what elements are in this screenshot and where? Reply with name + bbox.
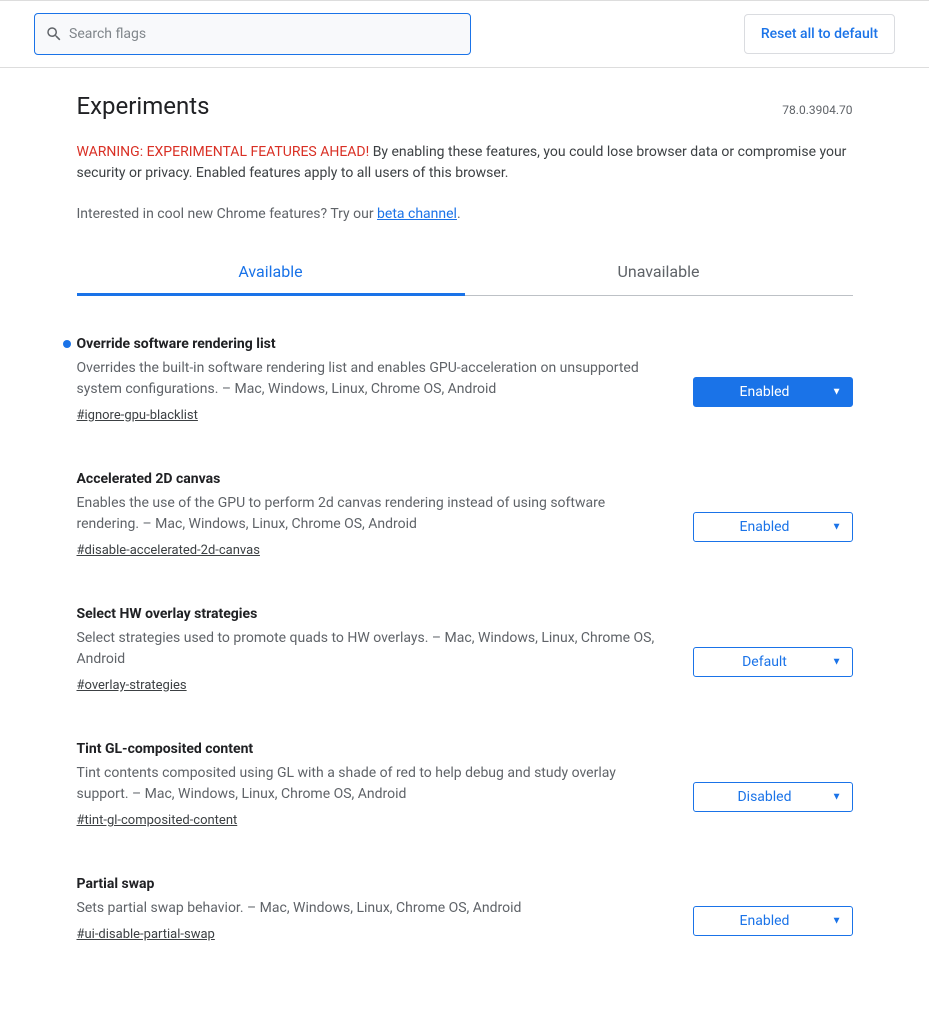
flag-anchor-link[interactable]: #overlay-strategies: [77, 678, 187, 693]
tab-unavailable[interactable]: Unavailable: [465, 250, 853, 295]
flag-content: Tint GL-composited content Tint contents …: [77, 741, 669, 828]
flag-anchor-link[interactable]: #ui-disable-partial-swap: [77, 927, 215, 942]
search-icon: [45, 25, 63, 43]
flag-control: Enabled ▼: [693, 876, 853, 942]
chevron-down-icon: ▼: [832, 916, 842, 927]
interested-text: Interested in cool new Chrome features? …: [77, 206, 853, 222]
flag-control: Enabled ▼: [693, 336, 853, 423]
flag-description: Select strategies used to promote quads …: [77, 628, 659, 670]
page-title: Experiments: [77, 92, 210, 120]
flag-select[interactable]: Enabled ▼: [693, 512, 853, 542]
flag-description: Sets partial swap behavior. – Mac, Windo…: [77, 898, 659, 919]
beta-channel-link[interactable]: beta channel: [377, 206, 457, 222]
tab-available[interactable]: Available: [77, 250, 465, 295]
flag-description: Enables the use of the GPU to perform 2d…: [77, 493, 659, 535]
flag-description: Overrides the built-in software renderin…: [77, 358, 659, 400]
flag-anchor-link[interactable]: #disable-accelerated-2d-canvas: [77, 543, 260, 558]
flag-select[interactable]: Default ▼: [693, 647, 853, 677]
chevron-down-icon: ▼: [832, 521, 842, 532]
chevron-down-icon: ▼: [832, 791, 842, 802]
flag-control: Disabled ▼: [693, 741, 853, 828]
flags-list: Override software rendering list Override…: [77, 336, 853, 942]
warning-prefix: WARNING: EXPERIMENTAL FEATURES AHEAD!: [77, 144, 370, 160]
flag-item: Accelerated 2D canvas Enables the use of …: [77, 471, 853, 558]
flag-content: Select HW overlay strategies Select strat…: [77, 606, 669, 693]
warning-text: WARNING: EXPERIMENTAL FEATURES AHEAD! By…: [77, 142, 853, 184]
flag-select-value: Enabled: [740, 519, 790, 535]
flag-item: Select HW overlay strategies Select strat…: [77, 606, 853, 693]
flag-content: Partial swap Sets partial swap behavior. …: [77, 876, 669, 942]
flag-item: Tint GL-composited content Tint contents …: [77, 741, 853, 828]
flag-select-value: Default: [742, 654, 787, 670]
flag-title: Override software rendering list: [77, 336, 659, 352]
flag-anchor-link[interactable]: #tint-gl-composited-content: [77, 813, 238, 828]
flag-description: Tint contents composited using GL with a…: [77, 763, 659, 805]
flag-content: Override software rendering list Override…: [77, 336, 669, 423]
search-box[interactable]: [34, 13, 471, 55]
chevron-down-icon: ▼: [832, 656, 842, 667]
flag-select-value: Enabled: [740, 384, 790, 400]
search-input[interactable]: [69, 26, 460, 42]
tabs: Available Unavailable: [77, 250, 853, 296]
flag-select[interactable]: Enabled ▼: [693, 377, 853, 407]
flag-select[interactable]: Enabled ▼: [693, 906, 853, 936]
flag-content: Accelerated 2D canvas Enables the use of …: [77, 471, 669, 558]
reset-all-button[interactable]: Reset all to default: [744, 14, 895, 54]
flag-title: Select HW overlay strategies: [77, 606, 659, 622]
top-bar: Reset all to default: [0, 0, 929, 68]
chevron-down-icon: ▼: [832, 386, 842, 397]
flag-title: Partial swap: [77, 876, 659, 892]
flag-item: Override software rendering list Override…: [77, 336, 853, 423]
flag-control: Enabled ▼: [693, 471, 853, 558]
flag-title: Tint GL-composited content: [77, 741, 659, 757]
flag-anchor-link[interactable]: #ignore-gpu-blacklist: [77, 408, 198, 423]
header-row: Experiments 78.0.3904.70: [77, 92, 853, 120]
flag-item: Partial swap Sets partial swap behavior. …: [77, 876, 853, 942]
version-label: 78.0.3904.70: [782, 103, 852, 117]
flag-select[interactable]: Disabled ▼: [693, 782, 853, 812]
flag-select-value: Disabled: [737, 789, 791, 805]
flag-title: Accelerated 2D canvas: [77, 471, 659, 487]
flag-select-value: Enabled: [740, 913, 790, 929]
flag-control: Default ▼: [693, 606, 853, 693]
